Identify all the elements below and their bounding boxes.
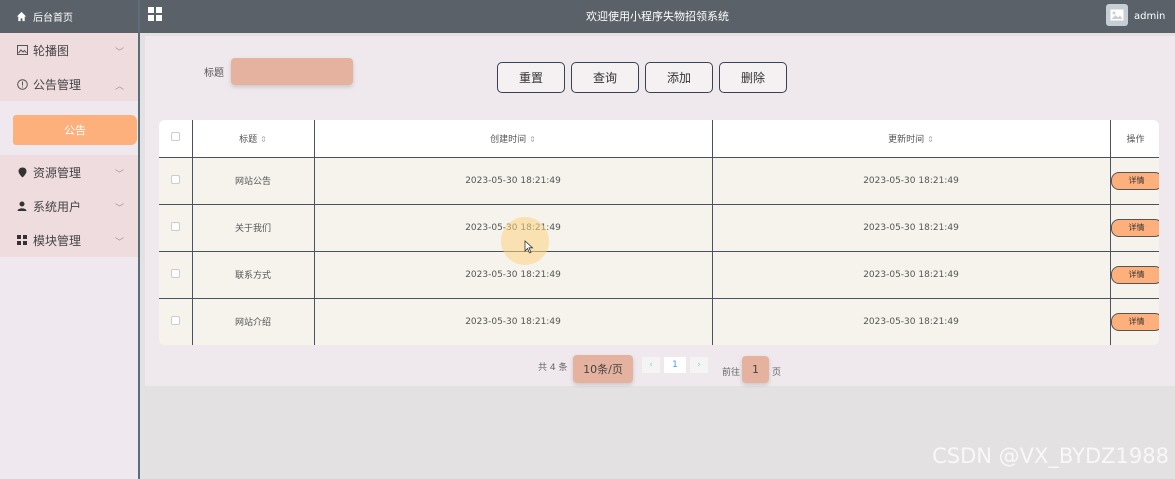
cell-created: 2023-05-30 18:21:49 xyxy=(314,251,713,299)
query-button[interactable]: 查询 xyxy=(571,62,639,93)
cell-updated: 2023-05-30 18:21:49 xyxy=(712,157,1111,205)
detail-button[interactable]: 详情 xyxy=(1110,265,1159,284)
pagination-total: 共 4 条 xyxy=(538,363,568,373)
cell-title: 关于我们 xyxy=(192,204,315,252)
watermark: CSDN @VX_BYDZ1988 xyxy=(932,444,1169,468)
sidebar-item-notice-management[interactable]: 公告管理 ︿ xyxy=(0,67,138,101)
row-checkbox[interactable] xyxy=(170,315,180,325)
sidebar-item-label: 轮播图 xyxy=(33,43,70,58)
chevron-down-icon: ﹀ xyxy=(114,238,124,248)
cell-title: 联系方式 xyxy=(192,251,315,299)
goto-page-input[interactable]: 1 xyxy=(742,356,769,383)
info-circle-icon xyxy=(16,78,28,90)
add-button[interactable]: 添加 xyxy=(645,62,713,93)
prev-page-button[interactable]: ‹ xyxy=(642,357,660,373)
page-size-select[interactable]: 10条/页 xyxy=(573,355,633,383)
sidebar: 后台首页 轮播图 ﹀ 公告管理 ︿ 公告 资源管理 ﹀ 系统用户 ﹀ 模块管理 … xyxy=(0,0,140,479)
sidebar-menu-lower: 资源管理 ﹀ 系统用户 ﹀ 模块管理 ﹀ xyxy=(0,155,138,257)
column-header-actions: 操作 xyxy=(1110,120,1159,158)
page-title: 欢迎使用小程序失物招领系统 xyxy=(586,10,729,23)
column-header-updated[interactable]: 更新时间 ⇕ xyxy=(712,120,1111,158)
column-header-title[interactable]: 标题 ⇕ xyxy=(192,120,315,158)
cell-created: 2023-05-30 18:21:49 xyxy=(314,157,713,205)
cell-title: 网站介绍 xyxy=(192,298,315,345)
user-icon xyxy=(16,200,28,212)
sidebar-item-module-management[interactable]: 模块管理 ﹀ xyxy=(0,223,138,257)
delete-button[interactable]: 删除 xyxy=(719,62,787,93)
sort-icon[interactable]: ⇕ xyxy=(927,135,934,144)
cell-updated: 2023-05-30 18:21:49 xyxy=(712,251,1111,299)
column-header-created[interactable]: 创建时间 ⇕ xyxy=(314,120,713,158)
cell-created: 2023-05-30 18:21:49 xyxy=(314,298,713,345)
image-icon xyxy=(16,44,28,56)
sidebar-home-label: 后台首页 xyxy=(33,13,73,24)
search-title-input[interactable] xyxy=(231,58,353,85)
row-checkbox[interactable] xyxy=(170,174,180,184)
page-suffix-label: 页 xyxy=(772,368,782,378)
detail-button[interactable]: 详情 xyxy=(1110,171,1159,190)
chevron-down-icon: ﹀ xyxy=(114,204,124,214)
mouse-cursor-icon xyxy=(524,240,534,254)
sort-icon[interactable]: ⇕ xyxy=(260,135,267,144)
select-all-cell xyxy=(159,120,193,158)
avatar[interactable] xyxy=(1106,4,1128,26)
chevron-up-icon: ︿ xyxy=(114,82,124,92)
chevron-down-icon: ﹀ xyxy=(114,170,124,180)
sidebar-item-label: 系统用户 xyxy=(33,199,82,214)
sidebar-menu: 轮播图 ﹀ 公告管理 ︿ xyxy=(0,33,138,101)
sidebar-home-link[interactable]: 后台首页 xyxy=(0,0,138,33)
sidebar-item-system-users[interactable]: 系统用户 ﹀ xyxy=(0,189,138,223)
next-page-button[interactable]: › xyxy=(690,357,708,373)
page-number-1[interactable]: 1 xyxy=(664,357,686,373)
table-row: 网站介绍 2023-05-30 18:21:49 2023-05-30 18:2… xyxy=(159,298,1159,345)
goto-label: 前往 xyxy=(722,368,741,378)
sidebar-item-carousel[interactable]: 轮播图 ﹀ xyxy=(0,33,138,67)
detail-button[interactable]: 详情 xyxy=(1110,312,1159,331)
cell-created: 2023-05-30 18:21:49 xyxy=(314,204,713,252)
table-row: 网站公告 2023-05-30 18:21:49 2023-05-30 18:2… xyxy=(159,157,1159,205)
location-icon xyxy=(16,166,28,178)
submenu: 公告 xyxy=(0,101,138,155)
username-label[interactable]: admin xyxy=(1134,0,1165,33)
top-header: 欢迎使用小程序失物招领系统 admin xyxy=(140,0,1175,33)
grid-icon xyxy=(16,234,28,246)
main-content: 标题 重置 查询 添加 删除 标题⇕ 创建时间⇕ 更新时间⇕ 操作 网站公 xyxy=(145,36,1175,386)
row-checkbox[interactable] xyxy=(170,268,180,278)
cell-title: 网站公告 xyxy=(192,157,315,205)
sidebar-item-label: 模块管理 xyxy=(33,233,82,248)
cell-updated: 2023-05-30 18:21:49 xyxy=(712,204,1111,252)
table-header-row: 标题 ⇕ 创建时间 ⇕ 更新时间 ⇕ 操作 xyxy=(159,120,1159,158)
cell-updated: 2023-05-30 18:21:49 xyxy=(712,298,1111,345)
home-icon xyxy=(16,11,27,22)
chevron-down-icon: ﹀ xyxy=(114,48,124,58)
sidebar-item-label: 资源管理 xyxy=(33,165,82,180)
table-row: 关于我们 2023-05-30 18:21:49 2023-05-30 18:2… xyxy=(159,204,1159,252)
select-all-checkbox[interactable] xyxy=(170,132,180,142)
sidebar-subitem-notice[interactable]: 公告 xyxy=(13,115,137,145)
reset-button[interactable]: 重置 xyxy=(497,62,565,93)
table-row: 联系方式 2023-05-30 18:21:49 2023-05-30 18:2… xyxy=(159,251,1159,299)
detail-button[interactable]: 详情 xyxy=(1110,218,1159,237)
data-table: 标题 ⇕ 创建时间 ⇕ 更新时间 ⇕ 操作 网站公告 2023-05-30 18:21… xyxy=(159,120,1159,345)
search-title-label: 标题 xyxy=(204,68,224,79)
sidebar-item-resource-management[interactable]: 资源管理 ﹀ xyxy=(0,155,138,189)
sidebar-item-label: 公告管理 xyxy=(33,77,82,92)
row-checkbox[interactable] xyxy=(170,221,180,231)
sort-icon[interactable]: ⇕ xyxy=(529,135,536,144)
